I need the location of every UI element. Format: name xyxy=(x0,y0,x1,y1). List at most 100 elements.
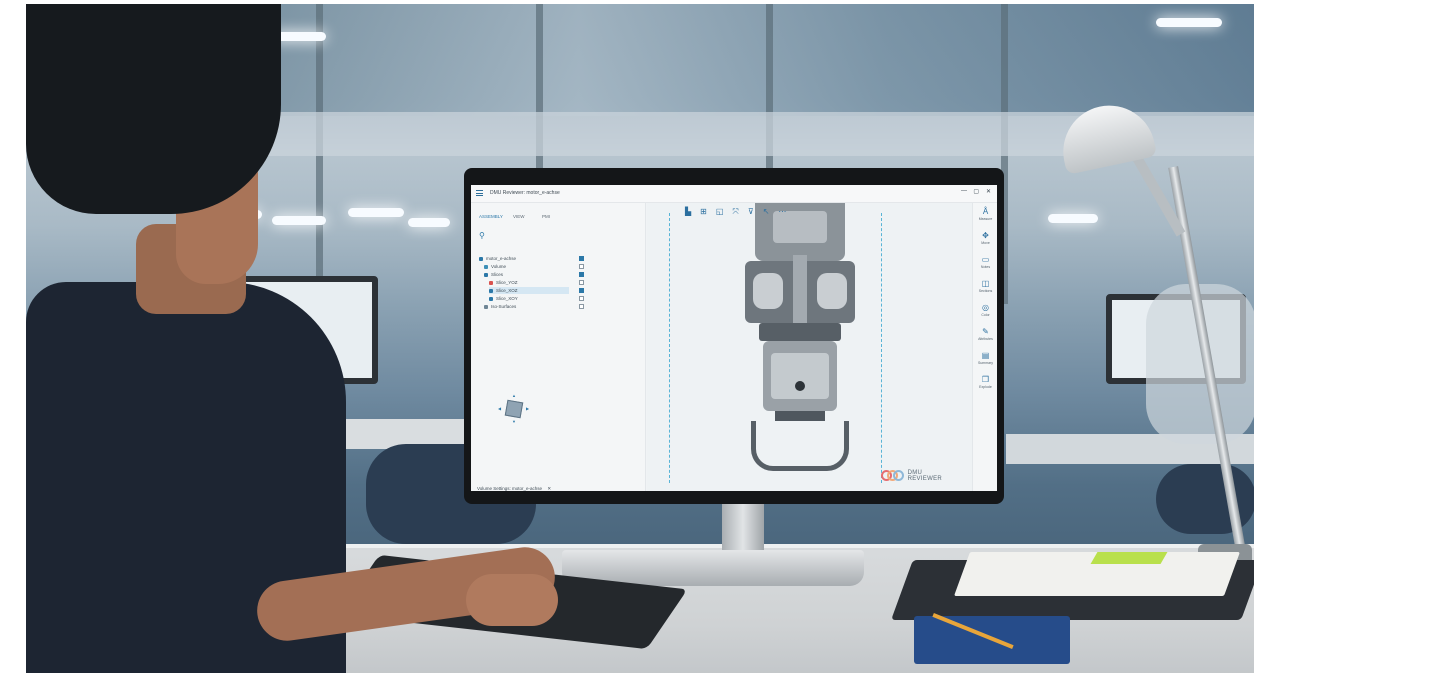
tool-label: Measure xyxy=(978,217,993,221)
model-pivot-marker xyxy=(795,381,805,391)
tab-assembly[interactable]: ASSEMBLY xyxy=(479,214,503,219)
brand-ring xyxy=(892,470,904,481)
model-bearing-left xyxy=(753,273,783,309)
model-mount xyxy=(775,411,825,421)
summary-icon: ▤ xyxy=(981,351,990,360)
office-photo: DMU Reviewer: motor_e-achse — ▢ ✕ ASSEMB… xyxy=(26,4,1254,673)
tool-label: Notes xyxy=(980,265,991,269)
tree-item-icon xyxy=(489,280,493,285)
sticky-note xyxy=(1090,552,1168,564)
visibility-checkbox[interactable] xyxy=(579,288,584,293)
tree-item[interactable]: Slice_XOZ xyxy=(489,287,569,294)
cube-arrow-left-icon[interactable]: ◀ xyxy=(498,406,501,411)
tool-move[interactable]: ✥ Move xyxy=(973,231,997,245)
navigation-cube[interactable]: ▲ ▼ ◀ ▶ xyxy=(498,393,529,424)
maximize-button[interactable]: ▢ xyxy=(973,188,979,195)
tool-color[interactable]: ◎ Color xyxy=(973,303,997,317)
visibility-checkbox[interactable] xyxy=(579,272,584,277)
ceiling-light xyxy=(408,218,450,227)
cube-arrow-down-icon[interactable]: ▼ xyxy=(512,419,516,424)
close-icon[interactable]: ✕ xyxy=(547,486,551,491)
view-cube[interactable] xyxy=(504,399,524,419)
ceiling-light xyxy=(272,216,326,225)
tool-label: Color xyxy=(981,313,990,317)
visibility-checkbox[interactable] xyxy=(579,280,584,285)
tree-item-icon xyxy=(484,304,488,309)
tool-attributes[interactable]: ✎ Attributes xyxy=(973,327,997,341)
model-gear xyxy=(771,353,829,399)
assembly-view-icon[interactable]: ▙ xyxy=(685,208,691,216)
tool-label: Attributes xyxy=(978,337,993,341)
visibility-checkbox[interactable] xyxy=(579,256,584,261)
tool-notes[interactable]: ▭ Notes xyxy=(973,255,997,269)
model-flange xyxy=(759,323,841,341)
minimize-button[interactable]: — xyxy=(961,188,967,194)
color-icon: ◎ xyxy=(982,303,989,312)
brand-logo-mark-icon xyxy=(880,469,905,483)
model-bearing-right xyxy=(817,273,847,309)
filter-icon[interactable]: ⊽ xyxy=(748,208,754,216)
tree-item-label: Slice_XOY xyxy=(496,296,518,301)
assembly-panel: ASSEMBLY VIEW PMI ⚲ motor_e-achse Volume S… xyxy=(471,203,646,491)
visibility-checkbox[interactable] xyxy=(579,304,584,309)
tool-sections[interactable]: ◫ Sections xyxy=(973,279,997,293)
tool-explode[interactable]: ❒ Explode xyxy=(973,375,997,389)
ceiling-light xyxy=(348,208,404,217)
tree-item[interactable]: Slice_XOY xyxy=(489,295,569,302)
motor-cross-section-model xyxy=(715,203,885,478)
tool-label: Explode xyxy=(979,385,992,389)
tool-measure[interactable]: Å Measure xyxy=(973,207,997,221)
app-titlebar: DMU Reviewer: motor_e-achse — ▢ ✕ xyxy=(471,185,997,203)
tool-label: Summary xyxy=(978,361,993,365)
section-guide-line xyxy=(669,213,670,483)
tab-view[interactable]: VIEW xyxy=(513,214,525,219)
brand-text-line2: REVIEWER xyxy=(907,476,942,482)
tool-label: Move xyxy=(981,241,990,245)
breadcrumb: Volume Settings: motor_e-achse ✕ xyxy=(477,486,551,491)
tool-label: Sections xyxy=(978,289,993,293)
cube-arrow-right-icon[interactable]: ▶ xyxy=(526,406,529,411)
monitor-stand-neck xyxy=(722,498,764,554)
fit-view-icon[interactable]: ⤧ xyxy=(732,208,738,216)
more-icon[interactable]: ⋯ xyxy=(778,208,786,216)
tree-item-icon xyxy=(484,264,488,269)
tab-pmi[interactable]: PMI xyxy=(542,214,550,219)
sections-icon: ◫ xyxy=(981,279,990,288)
tree-item[interactable]: Iso-Surfaces xyxy=(484,303,569,310)
select-icon[interactable]: ↖ xyxy=(763,208,770,216)
close-button[interactable]: ✕ xyxy=(986,188,991,195)
view-toolbar: ▙ ⊞ ◱ ⤧ ⊽ ↖ ⋯ xyxy=(685,207,786,217)
isolate-icon[interactable]: ◱ xyxy=(716,208,724,216)
brand-logo: DMU REVIEWER xyxy=(880,469,942,483)
tree-item-icon xyxy=(484,272,488,277)
search-icon[interactable]: ⚲ xyxy=(479,231,485,240)
app-title: DMU Reviewer: motor_e-achse xyxy=(490,190,560,196)
tree-item[interactable]: Slices xyxy=(484,271,569,278)
ceiling-light xyxy=(1048,214,1098,223)
attributes-icon: ✎ xyxy=(982,327,989,336)
tree-item-label: Slice_YOZ xyxy=(496,280,518,285)
person-hand xyxy=(466,574,558,626)
tree-item-label: Slices xyxy=(491,272,504,277)
tree-item-label: Iso-Surfaces xyxy=(491,304,517,309)
move-icon: ✥ xyxy=(982,231,989,240)
tree-item-label: Slice_XOZ xyxy=(496,288,518,293)
visibility-checkbox[interactable] xyxy=(579,296,584,301)
tree-item-icon xyxy=(489,288,493,293)
tree-item-icon xyxy=(479,256,483,261)
model-bracket xyxy=(751,421,849,471)
hamburger-menu-icon[interactable] xyxy=(476,190,483,196)
visibility-checkbox[interactable] xyxy=(579,264,584,269)
cube-arrow-up-icon[interactable]: ▲ xyxy=(512,393,516,398)
3d-viewport[interactable]: ▙ ⊞ ◱ ⤧ ⊽ ↖ ⋯ DMU REVIEWER xyxy=(647,203,972,491)
tool-summary[interactable]: ▤ Summary xyxy=(973,351,997,365)
tree-item-label: Volume xyxy=(491,264,507,269)
explode-view-icon[interactable]: ⊞ xyxy=(700,208,707,216)
tree-item-label: motor_e-achse xyxy=(486,256,517,261)
tree-item[interactable]: Slice_YOZ xyxy=(489,279,569,286)
breadcrumb-text: Volume Settings: motor_e-achse xyxy=(477,486,543,491)
tool-sidebar: Å Measure ✥ Move ▭ Notes ◫ Sections ◎ Color ✎ Attri… xyxy=(972,203,997,491)
monitor-screen: DMU Reviewer: motor_e-achse — ▢ ✕ ASSEMB… xyxy=(471,185,997,491)
tree-item[interactable]: motor_e-achse xyxy=(479,255,569,262)
tree-item[interactable]: Volume xyxy=(484,263,569,270)
